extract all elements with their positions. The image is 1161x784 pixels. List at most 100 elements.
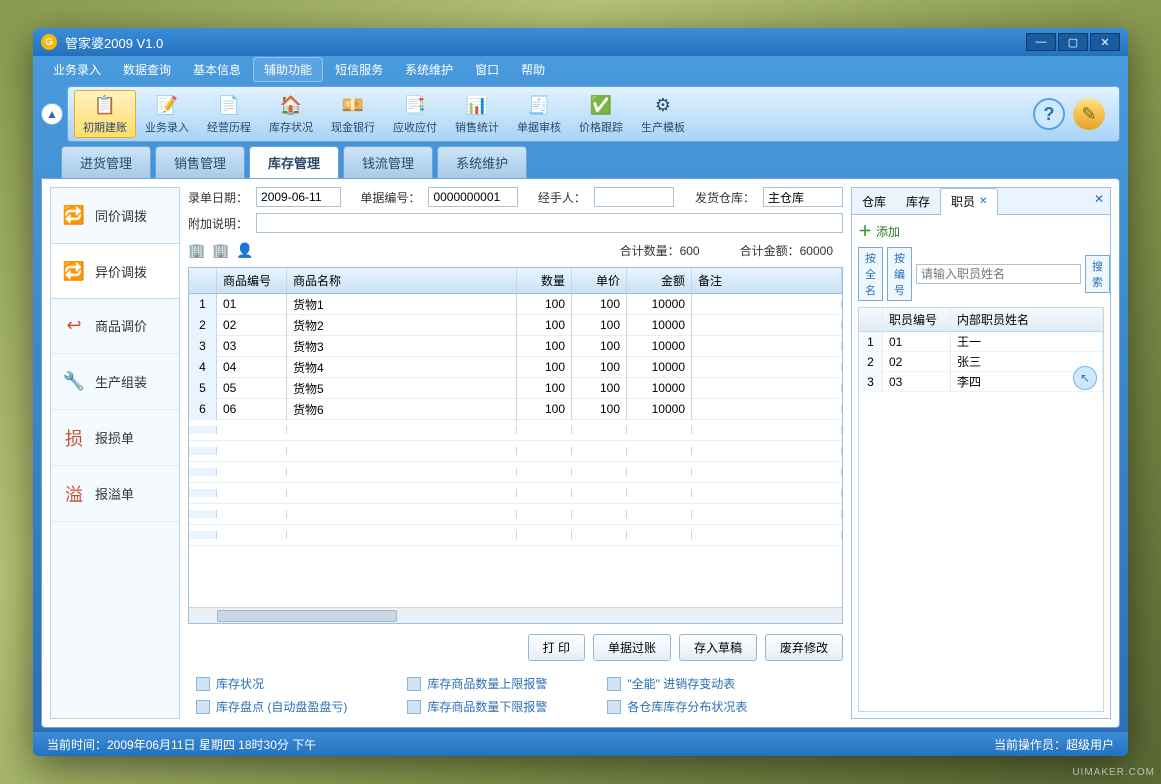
sidebar-item-3[interactable]: 🔧生产组装 — [51, 354, 179, 410]
link-icon — [607, 700, 621, 714]
tab-1[interactable]: 销售管理 — [155, 146, 245, 178]
maximize-button[interactable]: ▢ — [1058, 33, 1088, 51]
billno-input[interactable] — [428, 187, 518, 207]
date-input[interactable] — [256, 187, 341, 207]
link-item[interactable]: 库存状况 — [196, 675, 347, 692]
collapse-toolbar-icon[interactable]: ▲ — [41, 103, 63, 125]
by-code-button[interactable]: 按编号 — [887, 247, 912, 301]
grid-body[interactable]: 101货物110010010000202货物210010010000303货物3… — [189, 294, 842, 607]
by-name-button[interactable]: 按全名 — [858, 247, 883, 301]
sidebar-item-0[interactable]: 🔁同价调拨 — [51, 188, 179, 244]
menu-item-5[interactable]: 系统维护 — [395, 58, 463, 81]
gold-icon[interactable]: ✎ — [1073, 98, 1105, 130]
toolbar-icon-8: ✅ — [588, 93, 614, 117]
tab-2[interactable]: 库存管理 — [249, 146, 339, 178]
panel-close-icon[interactable]: ✕ — [1092, 192, 1106, 206]
staff-header-name[interactable]: 内部职员姓名 — [951, 308, 1103, 331]
toolbar-icon-6: 📊 — [464, 93, 490, 117]
warehouse-input[interactable] — [763, 187, 843, 207]
scroll-up-icon[interactable]: ↖ — [1073, 366, 1097, 390]
menu-item-6[interactable]: 窗口 — [465, 58, 509, 81]
close-button[interactable]: ✕ — [1090, 33, 1120, 51]
toolbar-btn-9[interactable]: ⚙生产模板 — [632, 90, 694, 138]
tab-4[interactable]: 系统维护 — [437, 146, 527, 178]
toolbar-btn-3[interactable]: 🏠库存状况 — [260, 90, 322, 138]
tab-0[interactable]: 进货管理 — [61, 146, 151, 178]
table-row[interactable] — [189, 483, 842, 504]
toolbar-btn-4[interactable]: 💴现金银行 — [322, 90, 384, 138]
add-link[interactable]: ＋ 添加 — [858, 221, 1104, 241]
right-tab-2[interactable]: 职员✕ — [940, 188, 998, 215]
table-row[interactable] — [189, 441, 842, 462]
staff-row[interactable]: 303李四 — [859, 372, 1103, 392]
discard-button[interactable]: 废弃修改 — [765, 634, 843, 661]
toolbar-btn-6[interactable]: 📊销售统计 — [446, 90, 508, 138]
tab-close-icon[interactable]: ✕ — [979, 196, 987, 207]
staff-row[interactable]: 101王一 — [859, 332, 1103, 352]
staff-grid-header: 职员编号 内部职员姓名 — [859, 308, 1103, 332]
draft-button[interactable]: 存入草稿 — [679, 634, 757, 661]
grid-hscrollbar[interactable] — [189, 607, 842, 623]
note-input[interactable] — [256, 213, 843, 233]
help-icon[interactable]: ? — [1033, 98, 1065, 130]
scrollbar-thumb[interactable] — [217, 610, 397, 622]
link-icon — [196, 677, 210, 691]
handler-input[interactable] — [594, 187, 674, 207]
menu-item-2[interactable]: 基本信息 — [183, 58, 251, 81]
grid-header-qty[interactable]: 数量 — [517, 268, 572, 293]
link-icon — [407, 677, 421, 691]
building1-icon[interactable]: 🏢 — [188, 241, 206, 259]
building2-icon[interactable]: 🏢 — [212, 241, 230, 259]
content: 进货管理销售管理库存管理钱流管理系统维护 🔁同价调拨🔁异价调拨↩商品调价🔧生产组… — [41, 146, 1120, 728]
link-item[interactable]: 库存盘点 (自动盘盈盘亏) — [196, 698, 347, 715]
toolbar-btn-1[interactable]: 📝业务录入 — [136, 90, 198, 138]
post-button[interactable]: 单据过账 — [593, 634, 671, 661]
toolbar-btn-5[interactable]: 📑应收应付 — [384, 90, 446, 138]
table-row[interactable] — [189, 525, 842, 546]
toolbar-icon-7: 🧾 — [526, 93, 552, 117]
tab-3[interactable]: 钱流管理 — [343, 146, 433, 178]
search-button[interactable]: 搜索 — [1085, 255, 1110, 293]
menu-item-7[interactable]: 帮助 — [511, 58, 555, 81]
menu-item-0[interactable]: 业务录入 — [43, 58, 111, 81]
toolbar-btn-8[interactable]: ✅价格跟踪 — [570, 90, 632, 138]
print-button[interactable]: 打 印 — [528, 634, 585, 661]
toolbar-btn-7[interactable]: 🧾单据审核 — [508, 90, 570, 138]
grid-header-code[interactable]: 商品编号 — [217, 268, 287, 293]
grid-header-note[interactable]: 备注 — [692, 268, 842, 293]
sidebar-item-4[interactable]: 损报损单 — [51, 410, 179, 466]
link-item[interactable]: 库存商品数量上限报警 — [407, 675, 547, 692]
table-row[interactable] — [189, 504, 842, 525]
grid-header-name[interactable]: 商品名称 — [287, 268, 517, 293]
right-tab-0[interactable]: 仓库 — [852, 188, 896, 214]
person-icon[interactable]: 👤 — [236, 241, 254, 259]
window-title: 管家婆2009 V1.0 — [65, 33, 1026, 52]
menu-item-4[interactable]: 短信服务 — [325, 58, 393, 81]
menu-item-1[interactable]: 数据查询 — [113, 58, 181, 81]
staff-row[interactable]: 202张三 — [859, 352, 1103, 372]
grid-header-price[interactable]: 单价 — [572, 268, 627, 293]
sidebar-item-2[interactable]: ↩商品调价 — [51, 298, 179, 354]
table-row[interactable]: 606货物610010010000 — [189, 399, 842, 420]
search-input[interactable] — [916, 264, 1081, 284]
staff-header-code[interactable]: 职员编号 — [883, 308, 951, 331]
table-row[interactable] — [189, 462, 842, 483]
sidebar-item-1[interactable]: 🔁异价调拨 — [50, 243, 180, 299]
table-row[interactable] — [189, 420, 842, 441]
link-item[interactable]: "全能" 进销存变动表 — [607, 675, 747, 692]
grid-header: 商品编号 商品名称 数量 单价 金额 备注 — [189, 268, 842, 294]
toolbar-btn-2[interactable]: 📄经营历程 — [198, 90, 260, 138]
link-item[interactable]: 库存商品数量下限报警 — [407, 698, 547, 715]
link-item[interactable]: 各仓库库存分布状况表 — [607, 698, 747, 715]
sidebar-item-5[interactable]: 溢报溢单 — [51, 466, 179, 522]
toolbar-btn-0[interactable]: 📋初期建账 — [74, 90, 136, 138]
minimize-button[interactable]: — — [1026, 33, 1056, 51]
staff-grid-body[interactable]: 101王一202张三303李四 — [859, 332, 1103, 711]
grid-header-amt[interactable]: 金额 — [627, 268, 692, 293]
app-logo-icon: G — [41, 34, 57, 50]
links-row: 库存状况库存盘点 (自动盘盈盘亏) 库存商品数量上限报警库存商品数量下限报警 "全能… — [188, 671, 843, 719]
app-window: G 管家婆2009 V1.0 — ▢ ✕ 业务录入数据查询基本信息辅助功能短信服… — [33, 28, 1128, 756]
right-tab-1[interactable]: 库存 — [896, 188, 940, 214]
menu-item-3[interactable]: 辅助功能 — [253, 57, 323, 82]
toolbar: 📋初期建账📝业务录入📄经营历程🏠库存状况💴现金银行📑应收应付📊销售统计🧾单据审核… — [67, 86, 1120, 142]
